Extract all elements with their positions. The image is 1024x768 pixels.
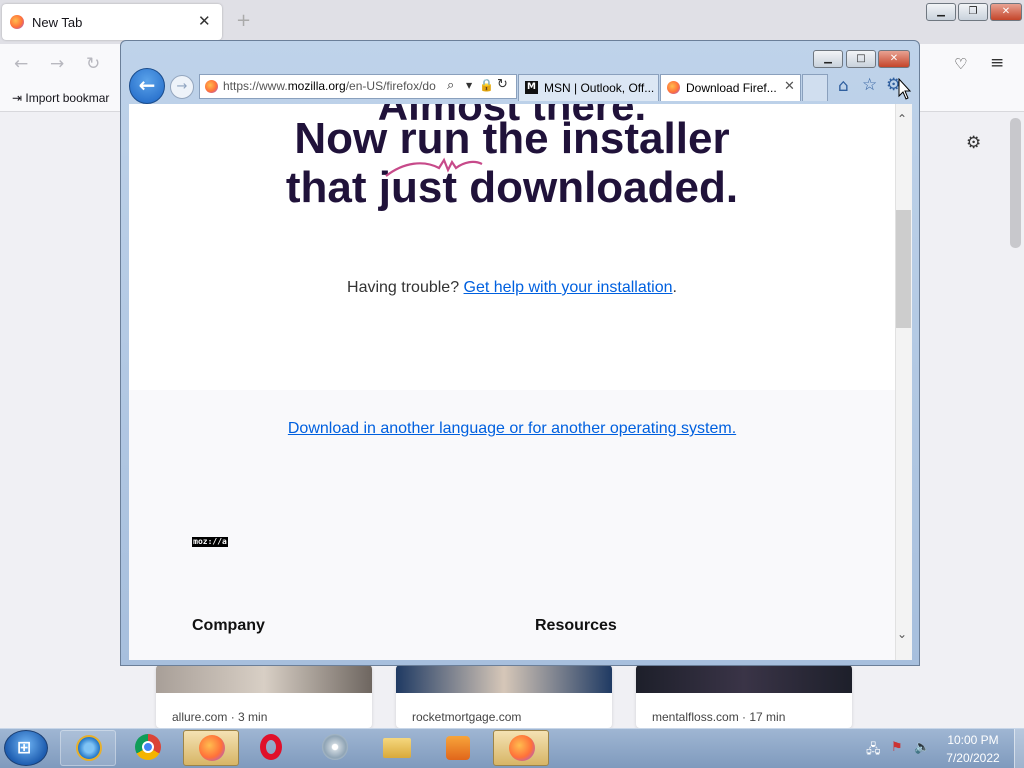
- network-icon[interactable]: 🖧: [866, 740, 881, 762]
- firefox-icon: [10, 15, 24, 29]
- scrollbar-thumb[interactable]: [896, 210, 911, 328]
- pocket-icon[interactable]: ♡: [954, 55, 967, 73]
- url-text[interactable]: https://www.mozilla.org/en-US/firefox/do: [223, 79, 443, 93]
- taskbar-item-firefox[interactable]: [493, 730, 549, 766]
- tab-title: Download Firef...: [686, 81, 777, 95]
- clock-time[interactable]: 10:00 PM: [936, 733, 1010, 747]
- firefox-icon: [509, 735, 535, 761]
- taskbar-item-chrome[interactable]: [120, 730, 176, 766]
- star-icon[interactable]: ☆: [862, 75, 877, 95]
- help-label: Having trouble?: [347, 279, 464, 296]
- close-icon[interactable]: ✕: [784, 79, 795, 94]
- taskbar-item-firefox[interactable]: [183, 730, 239, 766]
- new-tab-button[interactable]: +: [236, 10, 251, 31]
- new-tab-button[interactable]: [802, 74, 828, 101]
- page-title-line-2: that just downloaded.: [285, 163, 739, 212]
- firefox-icon: [205, 80, 218, 93]
- maximize-button[interactable]: ❐: [958, 3, 988, 21]
- top-site-card[interactable]: allure.com · 3 min: [156, 665, 372, 728]
- volume-icon[interactable]: 🔈: [914, 740, 930, 755]
- show-desktop-button[interactable]: [1014, 729, 1024, 768]
- vertical-scrollbar[interactable]: [895, 104, 912, 660]
- taskbar-item-internet-explorer[interactable]: [60, 730, 116, 766]
- hamburger-menu-icon[interactable]: ≡: [990, 53, 1004, 73]
- action-center-flag-icon[interactable]: ⚑: [891, 740, 903, 755]
- refresh-icon[interactable]: ↻: [497, 77, 508, 92]
- page-title-line-1: Now run the installer: [294, 114, 730, 163]
- chevron-down-icon[interactable]: ▼: [466, 81, 472, 90]
- card-thumbnail: [156, 665, 372, 693]
- tab-title: MSN | Outlook, Off...: [544, 81, 655, 95]
- url-prefix: https://www.: [223, 79, 288, 93]
- gear-icon[interactable]: ⚙: [966, 133, 981, 153]
- other-download-link[interactable]: Download in another language or for anot…: [288, 420, 736, 437]
- firefox-scrollbar-thumb[interactable]: [1010, 118, 1021, 248]
- minimize-button[interactable]: ▁: [813, 50, 843, 68]
- taskbar-item-media-center[interactable]: [307, 730, 363, 766]
- close-window-button[interactable]: ✕: [878, 50, 910, 68]
- firefox-icon: [199, 735, 225, 761]
- windows-logo-icon: ⊞: [17, 738, 32, 758]
- squiggle-decoration: [385, 157, 483, 177]
- scroll-down-icon[interactable]: ⌄: [897, 627, 907, 641]
- footer-heading-company: Company: [192, 617, 265, 634]
- media-disc-icon: [322, 734, 348, 760]
- taskbar-item-opera[interactable]: [245, 730, 301, 766]
- search-icon[interactable]: ⌕: [447, 78, 454, 93]
- help-text: Having trouble? Get help with your insta…: [129, 279, 895, 297]
- url-host: mozilla.org: [287, 79, 346, 93]
- back-button[interactable]: ←: [129, 68, 165, 104]
- help-period: .: [672, 279, 677, 296]
- back-arrow-icon[interactable]: ←: [14, 54, 28, 74]
- chrome-center: [142, 741, 154, 753]
- maximize-button[interactable]: □: [846, 50, 876, 68]
- footer-heading-resources: Resources: [535, 617, 617, 634]
- close-window-button[interactable]: ✕: [990, 3, 1022, 21]
- close-icon[interactable]: ✕: [198, 12, 211, 30]
- url-path: /en-US/firefox/do: [345, 79, 436, 93]
- mozilla-logo[interactable]: moz://a: [192, 537, 228, 547]
- top-site-card[interactable]: rocketmortgage.com: [396, 665, 612, 728]
- forward-arrow-icon[interactable]: →: [50, 54, 64, 74]
- mouse-cursor-icon: [898, 78, 912, 100]
- card-thumbnail: [636, 665, 852, 693]
- folder-icon: [383, 738, 411, 758]
- other-download-text: Download in another language or for anot…: [129, 420, 895, 438]
- card-thumbnail: [396, 665, 612, 693]
- media-player-icon: [446, 736, 470, 760]
- reload-icon[interactable]: ↻: [86, 54, 100, 74]
- help-link[interactable]: Get help with your installation: [464, 279, 673, 296]
- card-site-label: rocketmortgage.com: [412, 710, 522, 724]
- card-site-label: mentalfloss.com · 17 min: [652, 710, 786, 724]
- home-icon[interactable]: ⌂: [838, 76, 849, 96]
- firefox-icon: [667, 81, 680, 94]
- card-site-label: allure.com · 3 min: [172, 710, 268, 724]
- taskbar-item-media-player[interactable]: [430, 730, 486, 766]
- msn-icon: M: [525, 81, 538, 94]
- scroll-up-icon[interactable]: ⌃: [897, 112, 907, 126]
- import-bookmarks-button[interactable]: ⇥ Import bookmar: [12, 91, 109, 105]
- lock-icon[interactable]: 🔒: [479, 78, 494, 92]
- firefox-tab-title: New Tab: [32, 15, 83, 30]
- top-site-card[interactable]: mentalfloss.com · 17 min: [636, 665, 852, 728]
- clock-date[interactable]: 7/20/2022: [936, 751, 1010, 765]
- minimize-button[interactable]: ▁: [926, 3, 956, 21]
- opera-icon: [260, 734, 282, 760]
- forward-button[interactable]: →: [170, 75, 194, 99]
- internet-explorer-icon: [76, 735, 102, 761]
- page-content: Almost there. Now run the installer that…: [129, 104, 895, 660]
- taskbar-item-windows-explorer[interactable]: [369, 730, 425, 766]
